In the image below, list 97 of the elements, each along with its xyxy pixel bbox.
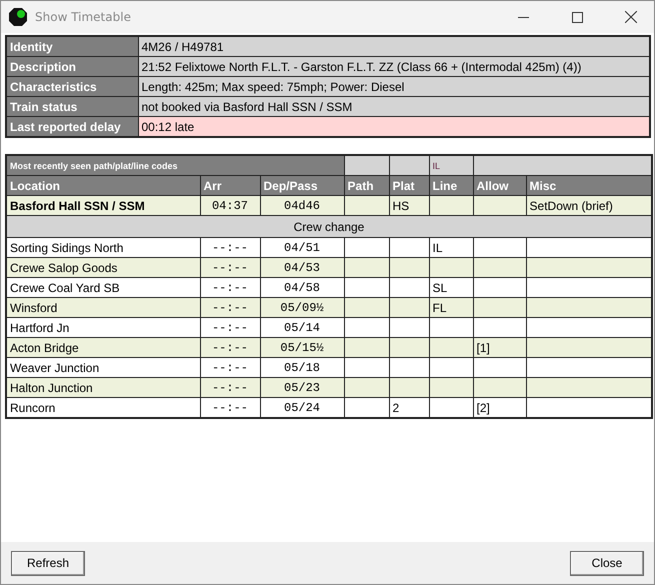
table-cell: --:-- <box>200 258 260 278</box>
table-cell <box>344 358 390 378</box>
table-cell <box>389 358 430 378</box>
table-cell: HS <box>389 196 430 216</box>
table-cell: Weaver Junction <box>6 358 200 378</box>
table-cell: --:-- <box>200 338 260 358</box>
table-cell <box>473 378 526 398</box>
table-cell: IL <box>429 238 474 258</box>
line-code: IL <box>429 155 474 176</box>
table-cell <box>344 318 390 338</box>
table-cell: --:-- <box>200 398 260 418</box>
table-cell: 04d46 <box>260 196 344 216</box>
table-cell <box>429 378 474 398</box>
field-value: 4M26 / H49781 <box>138 36 650 56</box>
table-cell: 05/14 <box>260 318 344 338</box>
column-header: Plat <box>389 176 430 196</box>
table-cell <box>344 196 390 216</box>
column-header: Path <box>344 176 390 196</box>
table-cell <box>344 278 390 298</box>
table-cell <box>389 238 430 258</box>
table-cell: 04/53 <box>260 258 344 278</box>
table-cell: 05/15½ <box>260 338 344 358</box>
field-label: Description <box>6 56 138 76</box>
codes-title: Most recently seen path/plat/line codes <box>6 155 344 176</box>
table-cell <box>473 278 526 298</box>
table-cell: Basford Hall SSN / SSM <box>6 196 200 216</box>
table-cell: 04/58 <box>260 278 344 298</box>
column-header: Allow <box>473 176 526 196</box>
close-icon <box>625 11 637 23</box>
column-header: Arr <box>200 176 260 196</box>
table-cell <box>389 278 430 298</box>
column-header: Line <box>429 176 474 196</box>
maximize-icon <box>572 12 582 22</box>
table-cell: Crewe Coal Yard SB <box>6 278 200 298</box>
table-cell: Runcorn <box>6 398 200 418</box>
field-value: 21:52 Felixtowe North F.L.T. - Garston F.L.T. ZZ (Class 66 + (Intermodal 425m) (4)) <box>138 56 650 76</box>
table-cell: --:-- <box>200 318 260 338</box>
table-cell: --:-- <box>200 238 260 258</box>
field-label: Identity <box>6 36 138 56</box>
table-cell: Acton Bridge <box>6 338 200 358</box>
app-icon <box>9 8 27 26</box>
table-cell: 05/23 <box>260 378 344 398</box>
table-cell: --:-- <box>200 278 260 298</box>
table-cell <box>429 196 474 216</box>
field-value: 00:12 late <box>138 116 650 137</box>
table-cell <box>344 378 390 398</box>
column-header: Dep/Pass <box>260 176 344 196</box>
table-cell <box>473 358 526 378</box>
table-cell: [2] <box>473 398 526 418</box>
table-cell: --:-- <box>200 378 260 398</box>
table-cell <box>473 196 526 216</box>
table-cell: SL <box>429 278 474 298</box>
table-cell <box>473 298 526 318</box>
table-cell: Hartford Jn <box>6 318 200 338</box>
table-cell <box>473 238 526 258</box>
table-cell: Sorting Sidings North <box>6 238 200 258</box>
table-cell <box>344 238 390 258</box>
table-cell <box>389 298 430 318</box>
column-header: Location <box>6 176 200 196</box>
window-title: Show Timetable <box>35 10 132 24</box>
table-cell <box>389 338 430 358</box>
table-cell: SetDown (brief) <box>526 196 652 216</box>
table-cell: Halton Junction <box>6 378 200 398</box>
table-cell <box>473 258 526 278</box>
field-value: Length: 425m; Max speed: 75mph; Power: Diesel <box>138 76 650 96</box>
table-cell: FL <box>429 298 474 318</box>
table-cell: Crewe Salop Goods <box>6 258 200 278</box>
note-row: Crew change <box>6 216 652 238</box>
table-cell <box>389 258 430 278</box>
table-cell <box>429 338 474 358</box>
table-cell <box>344 338 390 358</box>
minimize-icon <box>518 16 528 18</box>
table-cell: 04/51 <box>260 238 344 258</box>
table-cell <box>473 318 526 338</box>
table-cell: 04:37 <box>200 196 260 216</box>
table-cell: --:-- <box>200 298 260 318</box>
table-cell <box>344 298 390 318</box>
refresh-button[interactable]: Refresh <box>11 550 85 576</box>
table-cell: --:-- <box>200 358 260 378</box>
close-dialog-button[interactable]: Close <box>570 550 644 576</box>
table-cell <box>389 378 430 398</box>
field-value: not booked via Basford Hall SSN / SSM <box>138 96 650 116</box>
field-label: Train status <box>6 96 138 116</box>
table-cell: 05/18 <box>260 358 344 378</box>
table-cell: Winsford <box>6 298 200 318</box>
table-cell <box>344 258 390 278</box>
table-cell: [1] <box>473 338 526 358</box>
table-cell: 05/24 <box>260 398 344 418</box>
column-header: Misc <box>526 176 652 196</box>
table-cell <box>389 318 430 338</box>
table-cell: 05/09½ <box>260 298 344 318</box>
table-cell <box>429 358 474 378</box>
table-cell: 2 <box>389 398 430 418</box>
field-label: Characteristics <box>6 76 138 96</box>
field-label: Last reported delay <box>6 116 138 137</box>
table-cell <box>429 258 474 278</box>
table-cell <box>429 318 474 338</box>
